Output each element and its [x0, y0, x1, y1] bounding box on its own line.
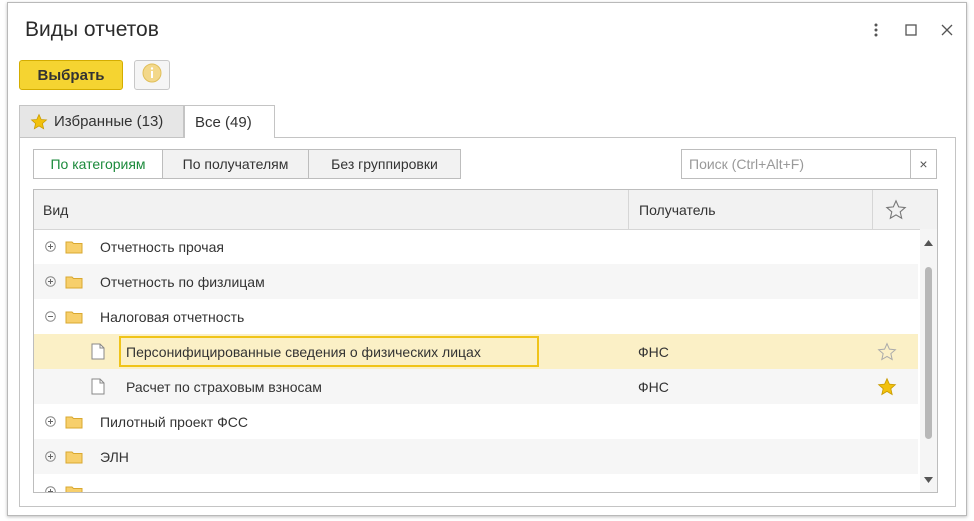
tab-all-label: Все (49): [195, 113, 252, 131]
expand-icon[interactable]: [45, 451, 56, 462]
report-types-table: Вид Получатель Отчетность прочая Отчетно…: [33, 189, 938, 493]
collapse-icon[interactable]: [45, 311, 56, 322]
table-header: Вид Получатель: [34, 190, 937, 230]
tab-favorites[interactable]: Избранные (13): [19, 105, 184, 137]
table-row-partial[interactable]: [34, 474, 918, 492]
info-button[interactable]: [134, 60, 170, 90]
expand-icon[interactable]: [45, 486, 56, 492]
group-by-category-button[interactable]: По категориям: [33, 149, 163, 179]
row-name: Пилотный проект ФСС: [100, 413, 248, 430]
row-name: Налоговая отчетность: [100, 308, 245, 325]
document-icon: [91, 369, 105, 404]
table-row[interactable]: Отчетность по физлицам: [34, 264, 918, 299]
row-recipient: ФНС: [638, 378, 669, 395]
row-name[interactable]: Персонифицированные сведения о физически…: [119, 336, 539, 367]
folder-icon: [65, 439, 83, 474]
table-row[interactable]: Налоговая отчетность: [34, 299, 918, 334]
folder-icon: [65, 404, 83, 439]
row-name: ЭЛН: [100, 448, 129, 465]
window-title: Виды отчетов: [25, 18, 159, 41]
close-icon[interactable]: [935, 18, 959, 42]
favorite-toggle-on[interactable]: [877, 369, 897, 404]
tab-all[interactable]: Все (49): [184, 105, 275, 138]
dialog-window: Виды отчетов Выбрать Избранные (13) Все …: [7, 2, 967, 516]
folder-icon: [65, 474, 83, 492]
document-icon: [91, 334, 105, 369]
search-input[interactable]: Поиск (Ctrl+Alt+F): [681, 149, 911, 179]
column-favorite[interactable]: [872, 190, 918, 229]
group-by-recipient-button[interactable]: По получателям: [163, 149, 309, 179]
column-recipient[interactable]: Получатель: [628, 190, 872, 229]
no-grouping-button[interactable]: Без группировки: [309, 149, 461, 179]
table-row-selected[interactable]: Персонифицированные сведения о физически…: [34, 334, 918, 369]
select-button[interactable]: Выбрать: [19, 60, 123, 90]
expand-icon[interactable]: [45, 416, 56, 427]
folder-icon: [65, 264, 83, 299]
row-name: Отчетность по физлицам: [100, 273, 265, 290]
tab-favorites-label: Избранные (13): [54, 113, 164, 130]
star-icon: [30, 113, 48, 131]
row-recipient: ФНС: [638, 343, 669, 360]
expand-icon[interactable]: [45, 276, 56, 287]
maximize-icon[interactable]: [899, 18, 923, 42]
favorite-toggle-off[interactable]: [877, 334, 897, 369]
info-icon: [142, 63, 162, 88]
table-row[interactable]: Расчет по страховым взносам ФНС: [34, 369, 918, 404]
scroll-down-icon[interactable]: [924, 470, 933, 488]
search-clear-button[interactable]: ×: [911, 149, 937, 179]
table-row[interactable]: ЭЛН: [34, 439, 918, 474]
table-row[interactable]: Отчетность прочая: [34, 229, 918, 264]
folder-icon: [65, 229, 83, 264]
vertical-scrollbar[interactable]: [920, 229, 937, 492]
expand-icon[interactable]: [45, 241, 56, 252]
folder-icon: [65, 299, 83, 334]
row-name: Расчет по страховым взносам: [126, 378, 322, 395]
table-row[interactable]: Пилотный проект ФСС: [34, 404, 918, 439]
row-name: Отчетность прочая: [100, 238, 224, 255]
scrollbar-thumb[interactable]: [925, 267, 932, 439]
column-kind[interactable]: Вид: [43, 190, 628, 229]
scroll-up-icon[interactable]: [924, 233, 933, 251]
star-outline-icon: [885, 198, 907, 221]
more-icon[interactable]: [864, 18, 888, 42]
